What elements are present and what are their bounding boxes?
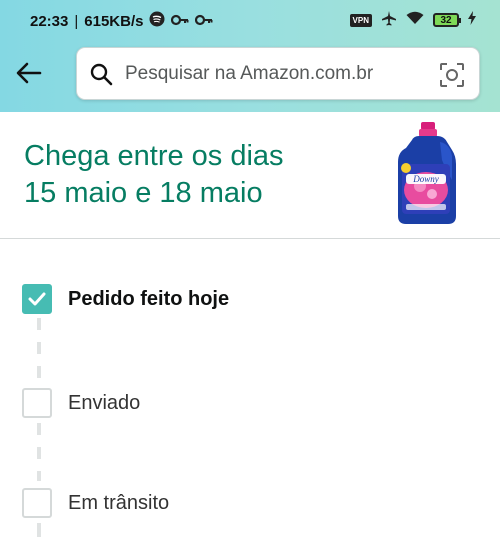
checkbox-checked: [22, 284, 52, 314]
spotify-icon: [149, 11, 165, 31]
delivery-estimate: Chega entre os dias 15 maio e 18 maio: [24, 138, 284, 212]
timeline-connector: [37, 523, 41, 537]
network-speed: 615KB/s: [84, 12, 144, 30]
search-icon[interactable]: [89, 62, 113, 86]
timeline-connector: [37, 342, 41, 354]
product-brand-logo: Downy: [412, 174, 439, 184]
timeline-connector: [37, 471, 41, 481]
key-icon: [171, 13, 189, 30]
timeline-label: Enviado: [68, 391, 141, 414]
check-icon: [28, 292, 46, 306]
timeline-step-shipped: Enviado: [22, 388, 140, 418]
timeline-connector: [37, 423, 41, 435]
status-left: 22:33 | 615KB/s: [30, 11, 213, 31]
checkbox-empty: [22, 388, 52, 418]
timeline-connector: [37, 366, 41, 378]
key-icon: [195, 13, 213, 30]
product-image[interactable]: Downy: [392, 120, 460, 226]
delivery-line-1: Chega entre os dias: [24, 140, 284, 172]
wifi-icon: [406, 11, 424, 29]
charging-icon: [468, 11, 476, 29]
timeline-label: Pedido feito hoje: [68, 287, 230, 310]
checkbox-empty: [22, 488, 52, 518]
delivery-line-2: 15 maio e 18 maio: [24, 177, 263, 209]
airplane-icon: [381, 10, 397, 30]
separator: |: [74, 12, 79, 30]
vpn-badge: VPN: [349, 13, 372, 27]
timeline-connector: [37, 447, 41, 459]
back-arrow-icon[interactable]: [14, 58, 44, 88]
status-bar: 22:33 | 615KB/s VPN 32: [0, 0, 500, 42]
app-header: 22:33 | 615KB/s VPN 32 Pesquisar na Amaz…: [0, 0, 500, 112]
divider: [0, 238, 500, 239]
clock: 22:33: [30, 12, 69, 30]
search-bar[interactable]: Pesquisar na Amazon.com.br: [76, 47, 480, 100]
timeline-step-in-transit: Em trânsito: [22, 488, 169, 518]
status-right: VPN 32: [349, 10, 476, 30]
timeline-connector: [37, 318, 41, 330]
search-input[interactable]: Pesquisar na Amazon.com.br: [125, 63, 373, 85]
camera-scan-icon[interactable]: [439, 62, 465, 88]
timeline-label: Em trânsito: [68, 491, 170, 514]
timeline-step-ordered: Pedido feito hoje: [22, 284, 229, 314]
battery-indicator: 32: [433, 13, 461, 27]
